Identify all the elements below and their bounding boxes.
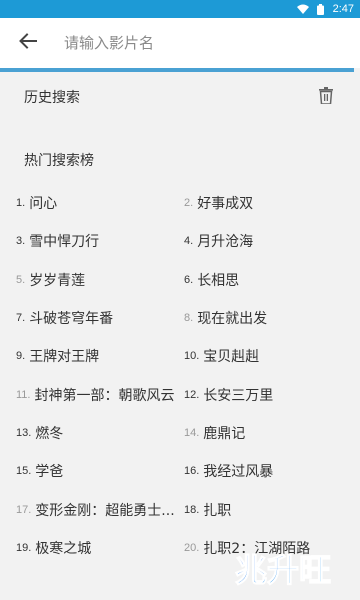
hot-search-name: 长相思 (197, 272, 240, 289)
hot-search-name: 封神第一部：朝歌风云 (34, 387, 175, 404)
hot-search-rank: 2. (184, 197, 194, 210)
hot-search-rank: 9. (16, 350, 26, 363)
hot-search-name: 好事成双 (197, 196, 254, 213)
hot-search-rank: 1. (16, 197, 26, 210)
hot-search-item[interactable]: 10. 宝贝赳赳 (184, 337, 360, 375)
hot-search-item[interactable]: 12. 长安三万里 (184, 375, 360, 413)
hot-search-name: 燃冬 (35, 425, 64, 442)
hot-search-rank: 20. (184, 541, 200, 554)
hot-search-item[interactable]: 14. 鹿鼎记 (184, 414, 360, 452)
back-button[interactable] (0, 18, 56, 68)
watermark-logo: 兆升旺 (218, 546, 348, 592)
watermark-text: 兆升旺 (235, 551, 331, 589)
hot-search-name: 长安三万里 (203, 387, 274, 404)
hot-search-name: 扎职 (203, 502, 232, 519)
hot-search-rank: 6. (184, 273, 194, 286)
hot-search-title: 热门搜索榜 (24, 153, 94, 169)
hot-search-item[interactable]: 13. 燃冬 (16, 414, 184, 452)
clear-history-button[interactable] (316, 86, 336, 108)
back-arrow-icon (19, 33, 37, 53)
search-input[interactable] (56, 18, 360, 68)
hot-search-name: 学爸 (35, 464, 64, 481)
hot-search-item[interactable]: 2. 好事成双 (184, 184, 360, 222)
hot-search-item[interactable]: 8. 现在就出发 (184, 299, 360, 337)
hot-search-rank: 16. (184, 465, 200, 478)
hot-search-name: 现在就出发 (197, 311, 268, 328)
hot-search-rank: 12. (184, 388, 200, 401)
hot-search-item[interactable]: 6. 长相思 (184, 261, 360, 299)
hot-search-name: 宝贝赳赳 (203, 349, 260, 366)
hot-search-item[interactable]: 5. 岁岁青莲 (16, 261, 184, 299)
hot-search-rank: 14. (184, 426, 200, 439)
hot-search-item[interactable]: 11. 封神第一部：朝歌风云 (16, 375, 184, 413)
hot-search-name: 月升沧海 (197, 234, 254, 251)
hot-search-name: 极寒之城 (35, 540, 92, 557)
hot-search-list: 1. 问心 2. 好事成双 3. 雪中悍刀行 4. 月升沧海 5. 岁岁青莲 6. 长相思 7. 斗破苍穹… (0, 184, 360, 567)
hot-search-rank: 11. (16, 388, 31, 401)
hot-search-item[interactable]: 16. 我经过风暴 (184, 452, 360, 490)
history-title: 历史搜索 (24, 90, 80, 106)
hot-search-rank: 13. (16, 426, 32, 439)
hot-search-rank: 8. (184, 312, 194, 325)
search-header (0, 18, 360, 68)
hot-search-rank: 19. (16, 541, 32, 554)
hot-search-name: 雪中悍刀行 (29, 234, 100, 251)
hot-search-rank: 15. (16, 465, 32, 478)
status-time: 2:47 (332, 3, 354, 15)
hot-search-rank: 17. (16, 503, 32, 516)
hot-search-item[interactable]: 9. 王牌对王牌 (16, 337, 184, 375)
hot-search-rank: 18. (184, 503, 200, 516)
hot-search-rank: 10. (184, 350, 200, 363)
hot-search-rank: 7. (16, 312, 26, 325)
hot-search-rank: 3. (16, 235, 26, 248)
hot-search-item[interactable]: 19. 极寒之城 (16, 529, 184, 567)
hot-search-rank: 4. (184, 235, 194, 248)
trash-icon (319, 86, 333, 108)
hot-search-item[interactable]: 15. 学爸 (16, 452, 184, 490)
hot-search-name: 鹿鼎记 (203, 425, 246, 442)
hot-search-name: 问心 (29, 196, 58, 213)
hot-search-item[interactable]: 7. 斗破苍穹年番 (16, 299, 184, 337)
hot-search-name: 我经过风暴 (203, 464, 274, 481)
hot-search-item[interactable]: 4. 月升沧海 (184, 222, 360, 260)
status-bar: 2:47 (0, 0, 360, 18)
hot-search-name: 斗破苍穹年番 (29, 311, 114, 328)
history-section: 历史搜索 (0, 72, 360, 122)
hot-search-item[interactable]: 17. 变形金刚：超能勇士... (16, 490, 184, 528)
hot-search-rank: 5. (16, 273, 26, 286)
hot-search-item[interactable]: 1. 问心 (16, 184, 184, 222)
battery-icon (315, 3, 327, 15)
hot-search-item[interactable]: 3. 雪中悍刀行 (16, 222, 184, 260)
hot-search-item[interactable]: 18. 扎职 (184, 490, 360, 528)
hot-search-name: 变形金刚：超能勇士... (35, 502, 175, 519)
hot-search-name: 岁岁青莲 (29, 272, 86, 289)
hot-search-name: 王牌对王牌 (29, 349, 100, 366)
wifi-icon (296, 4, 309, 14)
